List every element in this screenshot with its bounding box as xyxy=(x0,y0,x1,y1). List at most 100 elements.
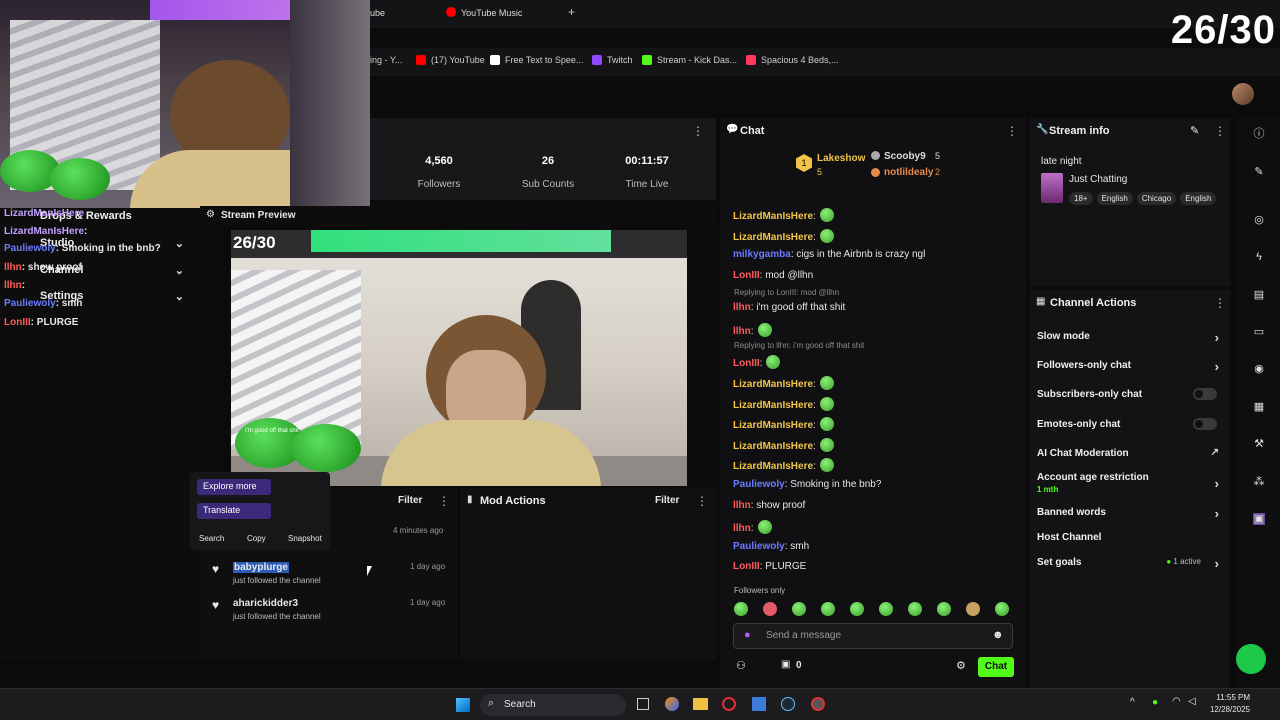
chat-message[interactable]: LizardManIsHere: xyxy=(733,396,834,411)
emote[interactable] xyxy=(966,602,980,616)
chat-message[interactable]: LizardManIsHere: xyxy=(733,437,834,452)
translate-button[interactable]: Translate xyxy=(197,503,271,519)
emote[interactable] xyxy=(995,602,1009,616)
chat-username[interactable]: LizardManIsHere xyxy=(733,420,813,431)
clock-date[interactable]: 12/28/2025 xyxy=(1208,705,1250,714)
volume-icon[interactable]: ◁ xyxy=(1188,696,1196,707)
obs-icon[interactable] xyxy=(811,697,825,711)
set-goals-row[interactable]: Set goals ● 1 active › xyxy=(1037,556,1223,571)
chat-username[interactable]: LizardManIsHere xyxy=(733,400,813,411)
chat-username[interactable]: LonIII xyxy=(733,270,760,281)
send-message-input[interactable]: ● Send a message ☻ xyxy=(733,623,1013,649)
store-icon[interactable]: ▣ xyxy=(781,659,790,670)
chat-message[interactable]: LizardManIsHere: xyxy=(733,228,834,243)
steam-icon[interactable] xyxy=(781,697,795,711)
users-icon[interactable]: ⚇ xyxy=(736,659,746,672)
more-options-icon[interactable]: ⋮ xyxy=(1006,124,1018,138)
emoji-icon[interactable]: ☻ xyxy=(992,629,1004,641)
emote[interactable] xyxy=(792,602,806,616)
clock-time[interactable]: 11:55 PM xyxy=(1212,693,1250,702)
taskbar-search[interactable]: ⌕ Search xyxy=(480,694,626,716)
chat-message[interactable]: LonIII: xyxy=(733,355,781,370)
send-chat-button[interactable]: Chat xyxy=(978,657,1014,677)
support-button[interactable] xyxy=(1236,644,1266,674)
microphone-icon[interactable]: ● xyxy=(1152,697,1158,708)
explore-more-button[interactable]: Explore more xyxy=(197,479,271,495)
emote[interactable] xyxy=(850,602,864,616)
bookmark-item[interactable]: Spacious 4 Beds,... xyxy=(746,55,839,65)
chat-message[interactable]: LonIII: mod @llhn xyxy=(733,270,813,281)
chat-username[interactable]: LizardManIsHere xyxy=(733,461,813,472)
more-options-icon[interactable]: ⋮ xyxy=(692,124,704,138)
gear-icon[interactable]: ⚙ xyxy=(956,659,966,672)
target-icon[interactable]: ◎ xyxy=(1253,214,1265,226)
chevron-up-icon[interactable]: ^ xyxy=(1130,697,1135,708)
followers-only-row[interactable]: Followers-only chat › xyxy=(1037,359,1223,374)
emote[interactable] xyxy=(734,602,748,616)
microphone-icon[interactable]: ● xyxy=(744,629,751,641)
clipboard-icon[interactable]: ▤ xyxy=(1253,289,1265,301)
chat-username[interactable]: LonIII xyxy=(733,358,760,369)
emote[interactable] xyxy=(879,602,893,616)
bookmark-item[interactable]: Free Text to Spee... xyxy=(490,55,583,65)
slow-mode-row[interactable]: Slow mode › xyxy=(1037,330,1223,345)
chat-message[interactable]: Pauliewoly: Smoking in the bnb? xyxy=(733,479,881,490)
edit-icon[interactable]: ✎ xyxy=(1190,124,1199,137)
chat-username[interactable]: Pauliewoly xyxy=(733,479,785,490)
filter-button[interactable]: Filter xyxy=(398,495,422,506)
emote[interactable] xyxy=(937,602,951,616)
filter-button[interactable]: Filter xyxy=(655,495,679,506)
tab-partial[interactable]: ube xyxy=(370,8,385,18)
chat-username[interactable]: LizardManIsHere xyxy=(733,441,813,452)
bookmark-item[interactable]: ing - Y... xyxy=(370,55,402,65)
emote[interactable] xyxy=(908,602,922,616)
store-icon[interactable] xyxy=(752,697,766,711)
wrench-icon[interactable]: ⚒ xyxy=(1253,438,1265,450)
follower-name[interactable]: babyplurge xyxy=(233,562,289,573)
tab-youtube-music[interactable]: YouTube Music xyxy=(461,8,522,18)
broadcast-icon[interactable]: ◉ xyxy=(1253,363,1265,375)
more-options-icon[interactable]: ⋮ xyxy=(438,494,450,508)
task-view-icon[interactable] xyxy=(637,698,649,710)
chat-username[interactable]: LizardManIsHere xyxy=(733,379,813,390)
chat-message[interactable]: LonIII: PLURGE xyxy=(733,561,806,572)
lightning-icon[interactable]: ϟ xyxy=(1253,251,1265,263)
category-thumbnail[interactable] xyxy=(1041,173,1063,203)
chat-bubble-icon[interactable]: ▭ xyxy=(1253,326,1265,338)
emotes-only-row[interactable]: Emotes-only chat xyxy=(1037,418,1223,430)
toggle-switch[interactable] xyxy=(1193,418,1217,430)
more-options-icon[interactable]: ⋮ xyxy=(1214,296,1226,310)
bookmark-item[interactable]: Stream - Kick Das... xyxy=(642,55,737,65)
wifi-icon[interactable]: ◠ xyxy=(1172,696,1181,707)
bookmark-item[interactable]: (17) YouTube xyxy=(416,55,485,65)
chat-message[interactable]: LizardManIsHere: xyxy=(733,376,834,390)
chat-message[interactable]: Pauliewoly: smh xyxy=(733,541,809,552)
folder-icon[interactable] xyxy=(693,698,708,710)
chat-message[interactable]: llhn: i'm good off that shit xyxy=(733,302,845,313)
chat-username[interactable]: llhn xyxy=(733,326,751,337)
clapper-icon[interactable]: ▣ xyxy=(1253,513,1265,525)
copy-button[interactable]: Copy xyxy=(247,534,266,543)
share-icon[interactable]: ⁂ xyxy=(1253,476,1265,488)
chat-message[interactable]: llhn: xyxy=(733,322,772,337)
chat-username[interactable]: llhn xyxy=(733,302,751,313)
snapshot-button[interactable]: Snapshot xyxy=(288,534,322,543)
avatar[interactable] xyxy=(1232,83,1254,105)
ai-moderation-row[interactable]: AI Chat Moderation ↗ xyxy=(1037,447,1223,459)
chat-message[interactable]: LizardManIsHere: xyxy=(733,417,834,432)
chat-message[interactable]: llhn: show proof xyxy=(733,500,805,511)
chat-username[interactable]: LizardManIsHere xyxy=(733,232,813,243)
browser-icon[interactable] xyxy=(722,697,736,711)
emote[interactable] xyxy=(763,602,777,616)
bookmark-item[interactable]: Twitch xyxy=(592,55,633,65)
chat-username[interactable]: llhn xyxy=(733,500,751,511)
banned-words-row[interactable]: Banned words › xyxy=(1037,506,1223,521)
chat-message[interactable]: LizardManIsHere: xyxy=(733,208,834,222)
chat-username[interactable]: milkygamba xyxy=(733,249,791,260)
chat-message[interactable]: llhn: xyxy=(733,520,772,535)
follower-name[interactable]: aharickidder3 xyxy=(233,598,298,609)
category-name[interactable]: Just Chatting xyxy=(1069,174,1127,185)
pencil-icon[interactable]: ✎ xyxy=(1253,166,1265,178)
layout-icon[interactable]: ▦ xyxy=(1253,401,1265,413)
toggle-switch[interactable] xyxy=(1193,388,1217,400)
